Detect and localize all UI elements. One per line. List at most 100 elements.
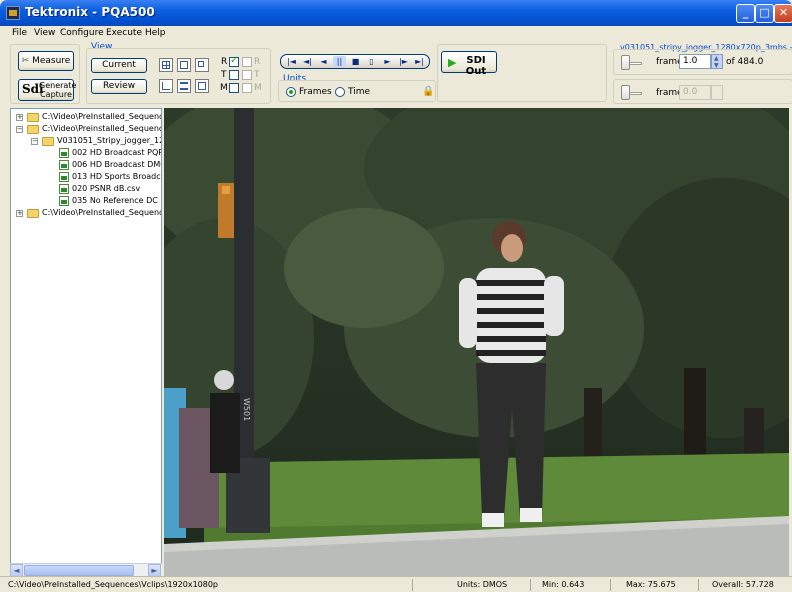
frame-input[interactable]: 1.0 (679, 54, 711, 69)
status-bar: C:\Video\PreInstalled_Sequences\Vclips\1… (0, 576, 792, 592)
folder-icon (27, 113, 39, 122)
last-frame-button[interactable]: ►| (413, 56, 426, 67)
tree-item[interactable]: 013 HD Sports Broadca (11, 172, 162, 183)
tree-item-label: C:\Video\PreInstalled_Sequenc (42, 112, 162, 121)
time-radio[interactable] (335, 87, 345, 97)
layout-quad-icon[interactable] (159, 58, 173, 72)
menu-file[interactable]: File (12, 28, 27, 38)
ref-frame-input[interactable]: 0.0 (679, 85, 711, 100)
result-file-icon (59, 172, 69, 182)
rewind-button[interactable]: ◄ (317, 56, 330, 67)
status-min: Min: 0.643 (542, 580, 585, 589)
tree-item[interactable]: 002 HD Broadcast PQR (11, 148, 161, 159)
tree-item[interactable]: + C:\Video\PreInstalled_Sequenc (11, 112, 162, 123)
folder-open-icon (27, 125, 39, 134)
tree-item-label: 020 PSNR dB.csv (72, 184, 141, 193)
tree-item-label: C:\Video\PreInstalled_Sequenc (42, 208, 162, 217)
layout-overlap-icon[interactable] (195, 58, 209, 72)
expand-icon[interactable]: + (16, 210, 23, 217)
layout-grid-icon[interactable] (177, 58, 191, 72)
check-m-ref[interactable] (242, 83, 252, 93)
minimize-button[interactable]: _ (736, 4, 755, 23)
check-r[interactable]: ✓ (229, 55, 239, 67)
check-r-label: R (221, 57, 228, 67)
check-m-ref-label: M (254, 83, 262, 93)
lock-icon: 🔒 (422, 86, 435, 97)
menu-help[interactable]: Help (145, 28, 166, 38)
tree-item-label: C:\Video\Preinstalled_Sequenc (42, 124, 162, 133)
menu-view[interactable]: View (34, 28, 55, 38)
result-file-icon (59, 184, 69, 194)
pole-label: W501 (242, 398, 251, 421)
measure-button[interactable]: ✂ Measure (18, 51, 74, 71)
prev-step-button[interactable]: ◄| (301, 56, 314, 67)
stop-button[interactable]: ■ (349, 56, 362, 67)
video-image: W501 (164, 108, 789, 576)
tree-item[interactable]: 020 PSNR dB.csv (11, 184, 161, 195)
review-button[interactable]: Review (91, 79, 147, 94)
tree-item-label: V031051_Stripy_jogger_12 (57, 136, 162, 145)
status-path: C:\Video\PreInstalled_Sequences\Vclips\1… (8, 580, 218, 589)
status-divider (530, 579, 531, 591)
tree-item[interactable]: − V031051_Stripy_jogger_12 (11, 136, 162, 147)
status-units: Units: DMOS (457, 580, 508, 589)
play-button[interactable]: ► (381, 56, 394, 67)
menu-configure[interactable]: Configure (60, 28, 104, 38)
scroll-thumb[interactable] (24, 565, 134, 576)
status-divider (698, 579, 699, 591)
check-t[interactable] (229, 70, 239, 80)
tree-item[interactable]: 035 No Reference DC E (11, 196, 162, 207)
collapse-icon[interactable]: − (31, 138, 38, 145)
menu-execute[interactable]: Execute (106, 28, 142, 38)
maximize-button[interactable]: □ (755, 4, 774, 23)
title-bar: Tektronix - PQA500 _ □ ✕ (0, 0, 792, 26)
check-r-ref[interactable] (242, 57, 252, 67)
status-overall: Overall: 57.728 (712, 580, 774, 589)
loop-button[interactable]: ▯ (365, 56, 378, 67)
ref-slider-thumb[interactable] (621, 85, 630, 100)
frames-radio[interactable] (286, 87, 296, 97)
check-r-ref-label: R (254, 57, 261, 67)
status-divider (412, 579, 413, 591)
generate-capture-label: Generate Capture (39, 81, 77, 99)
generate-capture-button[interactable]: Sdi Generate Capture (18, 79, 77, 101)
app-icon (6, 6, 20, 20)
expand-icon[interactable]: + (16, 114, 23, 121)
pause-button[interactable]: || (333, 56, 346, 67)
sdi-out-label: SDI Out (465, 55, 487, 77)
single-view-icon[interactable] (195, 79, 209, 93)
toolbar: ✂ Measure Sdi Generate Capture View Curr… (0, 41, 792, 107)
tree-item-label: 006 HD Broadcast DMO (72, 160, 162, 169)
first-frame-button[interactable]: |◄ (285, 56, 298, 67)
tree-item[interactable]: + C:\Video\PreInstalled_Sequenc (11, 208, 162, 219)
close-button[interactable]: ✕ (774, 4, 792, 23)
tree-item[interactable]: − C:\Video\Preinstalled_Sequenc (11, 124, 162, 135)
tree-hscrollbar[interactable]: ◄ ► (10, 563, 162, 577)
list-icon[interactable] (177, 79, 191, 93)
scissors-icon: ✂ (21, 56, 30, 66)
video-frame[interactable]: W501 (164, 108, 789, 576)
sdi-out-button[interactable]: ▶ SDI Out (441, 51, 497, 77)
result-file-icon (59, 196, 69, 206)
spinner-arrows-icon: ▲ ▼ (714, 55, 719, 69)
folder-open-icon (42, 137, 54, 146)
measure-label: Measure (32, 56, 71, 66)
graph-icon[interactable] (159, 79, 173, 93)
window-title: Tektronix - PQA500 (25, 5, 155, 19)
tree-item-label: 013 HD Sports Broadca (72, 172, 162, 181)
frame-total: of 484.0 (726, 57, 764, 67)
check-m[interactable] (229, 83, 239, 93)
frame-spinner[interactable]: ▲ ▼ (711, 54, 723, 69)
next-step-button[interactable]: |► (397, 56, 410, 67)
check-t-label: T (221, 70, 227, 80)
check-t-ref-label: T (254, 70, 260, 80)
tree-item[interactable]: 006 HD Broadcast DMO (11, 160, 162, 171)
ref-frame-spinner[interactable] (711, 85, 723, 100)
check-m-label: M (220, 83, 228, 93)
collapse-icon[interactable]: − (16, 126, 23, 133)
tree-item-label: 035 No Reference DC E (72, 196, 162, 205)
current-button[interactable]: Current (91, 58, 147, 73)
frame-slider-thumb[interactable] (621, 55, 630, 70)
check-t-ref[interactable] (242, 70, 252, 80)
result-file-icon (59, 160, 69, 170)
